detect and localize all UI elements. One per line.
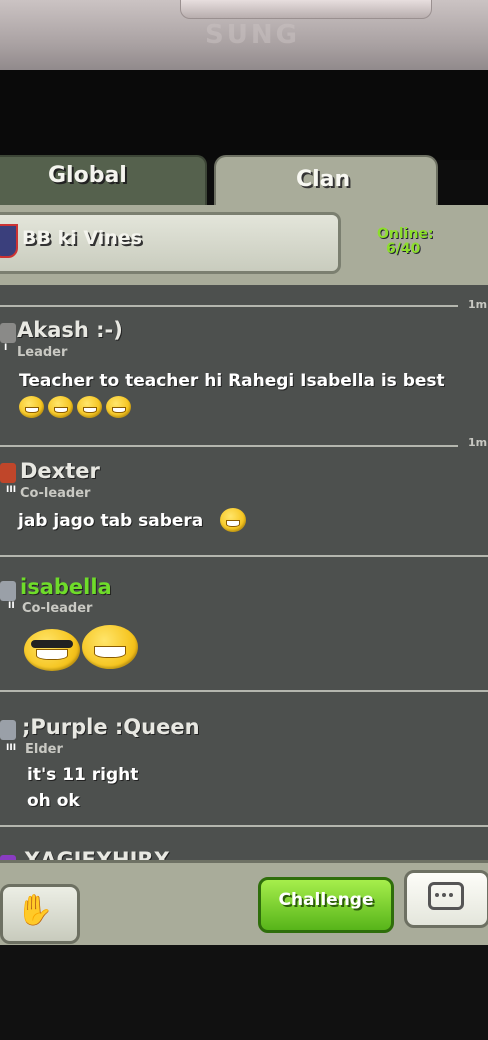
laughing-emoji-icon [106, 396, 131, 418]
message-text: oh ok [27, 791, 80, 811]
message-author[interactable]: ;Purple :Queen [22, 715, 200, 739]
shield-icon [0, 323, 16, 343]
message-divider [0, 690, 488, 692]
online-count: 6/40 [386, 241, 421, 257]
message-role: Leader [17, 345, 68, 360]
message-divider [0, 555, 488, 557]
screen-bottom-area [0, 945, 488, 1040]
message-text: jab jago tab sabera [18, 511, 204, 531]
sunglasses-emoji-icon [24, 629, 80, 671]
laughing-emoji-icon [77, 396, 102, 418]
laughing-emoji-icon [220, 508, 246, 532]
device-brand: SUNG [205, 20, 300, 50]
rank-badge: II [8, 601, 15, 611]
chat-feed[interactable]: 1m I Akash :-) Leader Teacher to teacher… [0, 285, 488, 875]
shield-icon [0, 463, 16, 483]
hand-icon: ✋ [16, 893, 54, 928]
screen-top-area [0, 70, 488, 160]
message-text: it's 11 right [27, 765, 139, 785]
challenge-label: Challenge [278, 890, 374, 910]
message-time: 1m [468, 298, 488, 311]
message-divider [0, 305, 458, 307]
tab-global-label: Global [48, 163, 127, 188]
message-author[interactable]: Akash :-) [17, 318, 123, 342]
message-role: Co-leader [22, 601, 93, 616]
tab-clan-label: Clan [296, 167, 351, 192]
phone-speaker-bar [180, 0, 432, 19]
chat-bubble-icon [428, 882, 464, 910]
laughing-emoji-icon [19, 396, 44, 418]
message-divider [0, 445, 458, 447]
message-divider [0, 825, 488, 827]
laughing-emoji-icon [48, 396, 73, 418]
message-author[interactable]: isabella [20, 575, 112, 599]
laughing-emoji-icon [82, 625, 138, 669]
rank-badge: I [4, 343, 8, 353]
rank-badge: III [6, 485, 17, 495]
shield-icon [0, 581, 16, 601]
message-role: Co-leader [20, 486, 91, 501]
shield-icon [0, 720, 16, 740]
online-label: Online: [377, 226, 434, 242]
message-role: Elder [25, 742, 63, 757]
clan-badge-icon [0, 224, 18, 258]
message-text: Teacher to teacher hi Rahegi Isabella is… [19, 371, 445, 391]
rank-badge: III [6, 743, 17, 753]
message-time: 1m [468, 436, 488, 449]
clan-name: BB ki Vines [22, 227, 142, 249]
message-author[interactable]: Dexter [20, 459, 100, 483]
